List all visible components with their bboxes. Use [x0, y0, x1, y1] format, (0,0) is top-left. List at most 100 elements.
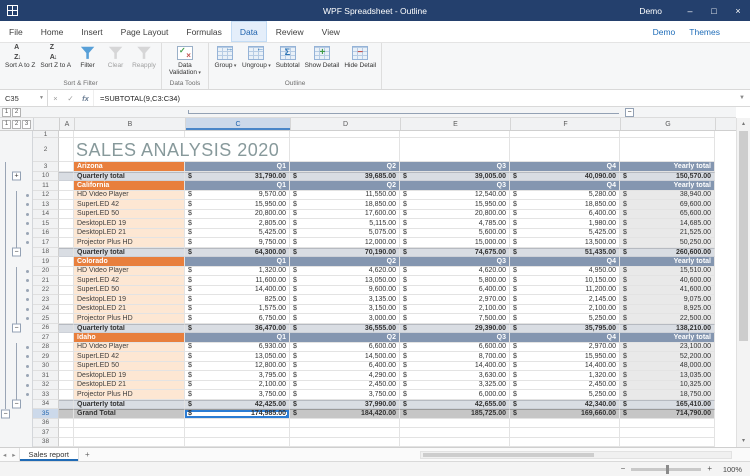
cell-D14[interactable]: $17,600.00: [290, 210, 400, 220]
cell-D23[interactable]: $3,135.00: [290, 295, 400, 305]
zoom-out-button[interactable]: −: [621, 464, 626, 474]
cell-B23[interactable]: DesktopLED 19: [74, 295, 185, 305]
row-header-30[interactable]: 30: [33, 362, 59, 372]
insert-function-icon[interactable]: fx: [78, 90, 93, 106]
cell-G15[interactable]: $14,685.00: [620, 219, 715, 229]
cell-A27[interactable]: [59, 333, 74, 343]
cell-A18[interactable]: [59, 248, 74, 258]
cell-B19[interactable]: Colorado: [74, 257, 185, 267]
cell-B21[interactable]: SuperLED 42: [74, 276, 185, 286]
cell-A15[interactable]: [59, 219, 74, 229]
cell-G10[interactable]: $150,570.00: [620, 172, 715, 182]
cell-D18[interactable]: $70,190.00: [290, 248, 400, 258]
cell-G3[interactable]: Yearly total: [620, 162, 715, 172]
cell-E34[interactable]: $42,655.00: [400, 400, 510, 410]
cell-E16[interactable]: $5,600.00: [400, 229, 510, 239]
cell-F29[interactable]: $15,950.00: [510, 352, 620, 362]
cell-F13[interactable]: $18,850.00: [510, 200, 620, 210]
cell-C24[interactable]: $1,575.00: [185, 305, 290, 315]
cell-G27[interactable]: Yearly total: [620, 333, 715, 343]
cell-D19[interactable]: Q2: [290, 257, 400, 267]
vertical-scrollbar-thumb[interactable]: [739, 131, 748, 341]
cell-B18[interactable]: Quarterly total: [74, 248, 185, 258]
cell-C10[interactable]: $31,790.00: [185, 172, 290, 182]
cell-C26[interactable]: $36,470.00: [185, 324, 290, 334]
cell-E32[interactable]: $3,325.00: [400, 381, 510, 391]
cell-A13[interactable]: [59, 200, 74, 210]
cell-D29[interactable]: $14,500.00: [290, 352, 400, 362]
cell-F17[interactable]: $13,500.00: [510, 238, 620, 248]
row-header-26[interactable]: 26: [33, 324, 59, 334]
cell-A32[interactable]: [59, 381, 74, 391]
cell-A20[interactable]: [59, 267, 74, 277]
cell-E33[interactable]: $6,000.00: [400, 390, 510, 400]
cell-G16[interactable]: $21,525.00: [620, 229, 715, 239]
cell-G32[interactable]: $10,325.00: [620, 381, 715, 391]
row-header-3[interactable]: 3: [33, 162, 59, 172]
cell-D38[interactable]: [290, 438, 400, 448]
ribbon-tab-review[interactable]: Review: [267, 21, 313, 42]
cell-B37[interactable]: [74, 428, 185, 438]
cell-E23[interactable]: $2,970.00: [400, 295, 510, 305]
cell-F18[interactable]: $51,435.00: [510, 248, 620, 258]
cell-C33[interactable]: $3,750.00: [185, 390, 290, 400]
cell-G34[interactable]: $165,410.00: [620, 400, 715, 410]
cell-G29[interactable]: $52,200.00: [620, 352, 715, 362]
cell-E22[interactable]: $6,400.00: [400, 286, 510, 296]
cell-D37[interactable]: [290, 428, 400, 438]
cell-G2[interactable]: [620, 138, 715, 162]
row-header-22[interactable]: 22: [33, 286, 59, 296]
cell-C19[interactable]: Q1: [185, 257, 290, 267]
cell-D1[interactable]: [290, 131, 400, 138]
row-header-38[interactable]: 38: [33, 438, 59, 448]
cell-C11[interactable]: Q1: [185, 181, 290, 191]
cell-E25[interactable]: $7,500.00: [400, 314, 510, 324]
cell-F22[interactable]: $11,200.00: [510, 286, 620, 296]
cell-C37[interactable]: [185, 428, 290, 438]
row-header-33[interactable]: 33: [33, 390, 59, 400]
data-validation-button[interactable]: Data Validation ▾: [165, 44, 205, 79]
cell-F21[interactable]: $10,150.00: [510, 276, 620, 286]
row-header-36[interactable]: 36: [33, 419, 59, 429]
formula-input[interactable]: =SUBTOTAL(9,C3:C34): [93, 90, 734, 106]
cell-A36[interactable]: [59, 419, 74, 429]
cell-B16[interactable]: DesktopLED 21: [74, 229, 185, 239]
cell-E1[interactable]: [400, 131, 510, 138]
cell-E29[interactable]: $8,700.00: [400, 352, 510, 362]
cell-A31[interactable]: [59, 371, 74, 381]
cell-E21[interactable]: $5,800.00: [400, 276, 510, 286]
subtotal-button[interactable]: Subtotal: [274, 44, 302, 79]
cell-F20[interactable]: $4,950.00: [510, 267, 620, 277]
cell-B13[interactable]: SuperLED 42: [74, 200, 185, 210]
scroll-up-icon[interactable]: ▴: [737, 118, 750, 130]
cell-E10[interactable]: $39,005.00: [400, 172, 510, 182]
cell-A19[interactable]: [59, 257, 74, 267]
cell-F15[interactable]: $1,980.00: [510, 219, 620, 229]
ribbon-tab-file[interactable]: File: [0, 21, 32, 42]
outline-collapse-button-row34[interactable]: −: [12, 400, 21, 409]
minimize-button[interactable]: –: [678, 0, 702, 21]
cell-E26[interactable]: $29,390.00: [400, 324, 510, 334]
row-header-13[interactable]: 13: [33, 200, 59, 210]
cell-G1[interactable]: [620, 131, 715, 138]
link-themes[interactable]: Themes: [689, 27, 720, 37]
cell-G20[interactable]: $15,510.00: [620, 267, 715, 277]
cell-A10[interactable]: [59, 172, 74, 182]
cell-F2[interactable]: [510, 138, 620, 162]
cell-E14[interactable]: $20,800.00: [400, 210, 510, 220]
cell-E28[interactable]: $6,600.00: [400, 343, 510, 353]
cell-D16[interactable]: $5,075.00: [290, 229, 400, 239]
add-sheet-button[interactable]: +: [79, 450, 96, 459]
cell-A23[interactable]: [59, 295, 74, 305]
row-header-29[interactable]: 29: [33, 352, 59, 362]
cell-C12[interactable]: $9,570.00: [185, 191, 290, 201]
outline-expand-button-row10[interactable]: +: [12, 172, 21, 181]
cell-A12[interactable]: [59, 191, 74, 201]
cancel-icon[interactable]: ×: [48, 90, 63, 106]
cell-F25[interactable]: $5,250.00: [510, 314, 620, 324]
cell-B14[interactable]: SuperLED 50: [74, 210, 185, 220]
row-header-34[interactable]: 34: [33, 400, 59, 410]
cell-E37[interactable]: [400, 428, 510, 438]
row-header-21[interactable]: 21: [33, 276, 59, 286]
col-level-button-2[interactable]: 2: [12, 108, 21, 117]
